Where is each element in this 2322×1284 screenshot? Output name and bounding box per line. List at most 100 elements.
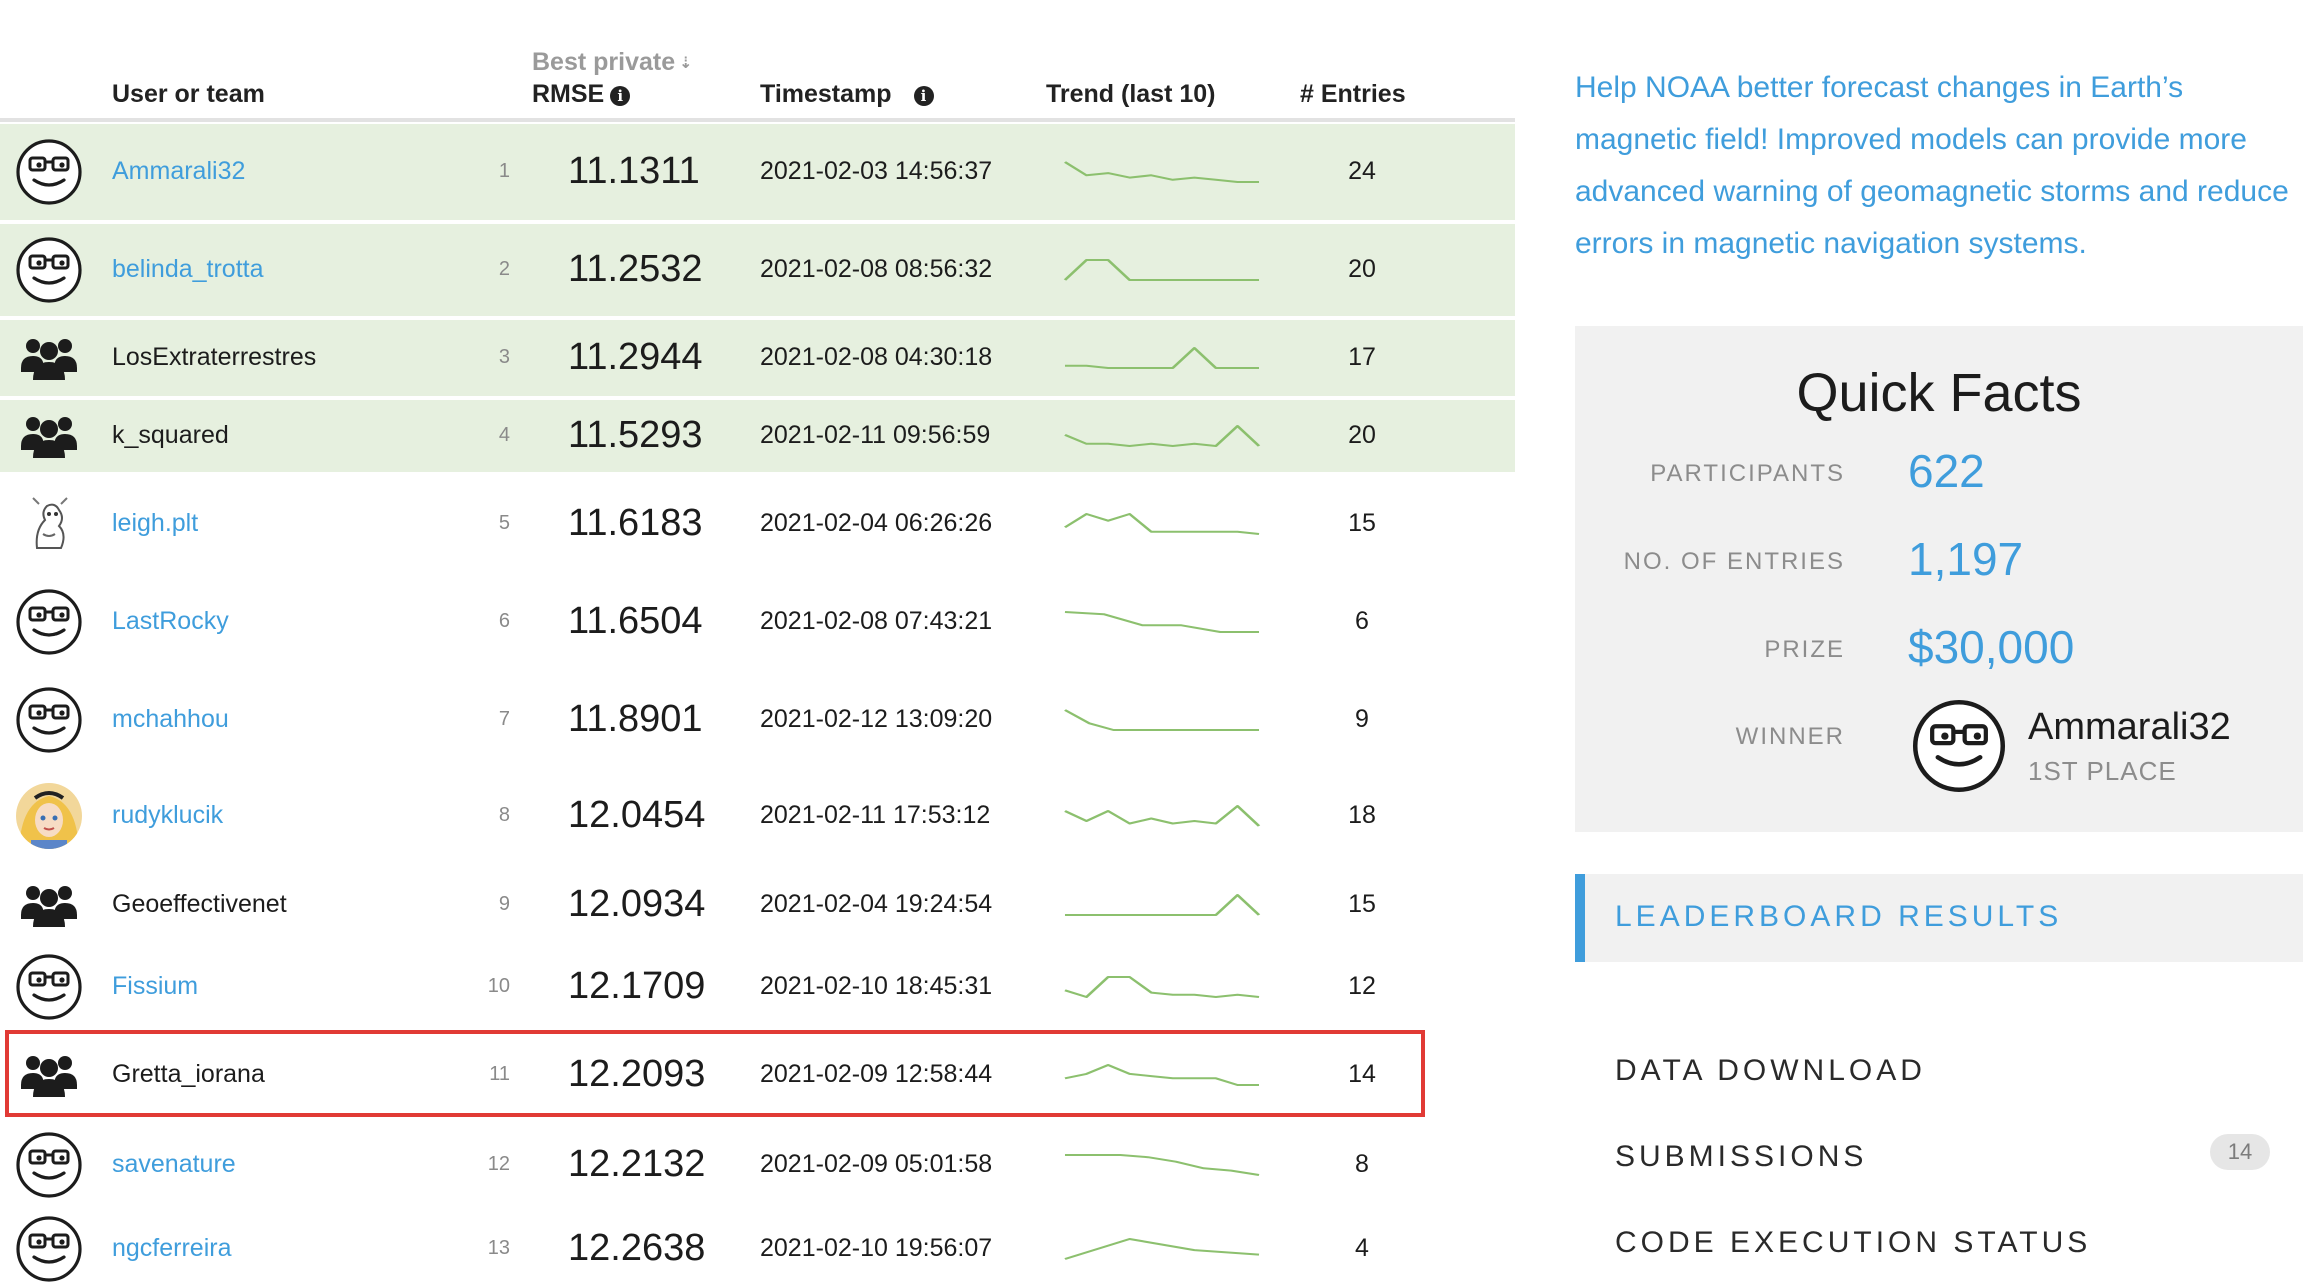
entries-count: 24 [1348,157,1376,185]
user-name[interactable]: mchahhou [112,705,229,734]
entries-count: 9 [1355,705,1369,733]
header-user[interactable]: User or team [112,80,265,109]
trend-sparkline [1063,513,1260,535]
nav-leaderboard-results[interactable]: LEADERBOARD RESULTS [1575,874,2303,962]
winner-name[interactable]: Ammarali32 [2028,706,2231,749]
rank: 10 [487,975,510,997]
trend-line [1064,347,1260,369]
face-icon[interactable] [15,953,83,1021]
leaderboard-table: User or team Best private ⇣ RMSE i Timesta… [0,0,1515,1284]
face-icon[interactable] [15,1215,83,1283]
rmse-score: 12.1709 [568,965,706,1007]
timestamp: 2021-02-10 19:56:07 [760,1234,993,1262]
header-timestamp[interactable]: Timestamp i [760,80,934,109]
timestamp: 2021-02-08 04:30:18 [760,343,993,371]
team-icon [21,886,77,927]
entries-count: 4 [1355,1234,1369,1262]
sort-numeric-icon[interactable]: ⇣ [679,56,692,72]
trend-line [1064,611,1260,633]
face-icon[interactable] [15,686,83,754]
table-row: Ammarali32 1 11.1311 2021-02-03 14:56:37 24 [0,124,1515,220]
nav-leaderboard-label[interactable]: LEADERBOARD RESULTS [1615,900,2062,934]
trend-sparkline [1064,611,1260,633]
table-row: LastRocky 6 11.6504 2021-02-08 07:43:21 6 [0,574,1515,670]
face-icon[interactable] [15,138,83,206]
quick-facts-panel: Quick Facts PARTICIPANTS 622 NO. OF ENTR… [1575,326,2303,832]
header-timestamp-label[interactable]: Timestamp [760,80,892,108]
team-icon [21,417,77,458]
timestamp: 2021-02-08 07:43:21 [760,607,993,635]
rank: 4 [498,424,510,446]
highlighted-row-marker [5,1030,1425,1117]
user-name: LosExtraterrestres [112,343,317,371]
winner-label: WINNER [1735,723,1845,750]
trend-line [1063,161,1260,183]
nav-data-download[interactable]: DATA DOWNLOAD [1615,1054,1926,1088]
trend-sparkline [1064,1154,1260,1176]
nav-code-execution-status[interactable]: CODE EXECUTION STATUS [1615,1226,2091,1260]
competition-description[interactable]: Help NOAA better forecast changes in Ear… [1575,62,2295,270]
rank: 7 [498,708,510,730]
header-best-private-label[interactable]: Best private [532,48,675,76]
info-icon[interactable]: i [610,86,631,106]
timestamp: 2021-02-04 06:26:26 [760,509,993,537]
timestamp: 2021-02-09 05:01:58 [760,1150,993,1178]
rmse-score: 11.6504 [568,600,703,642]
rmse-score: 12.2638 [568,1227,706,1269]
face-icon[interactable] [15,236,83,304]
header-best-private[interactable]: Best private ⇣ [532,48,693,77]
trend-sparkline [1064,425,1261,447]
timestamp: 2021-02-12 13:09:20 [760,705,993,733]
rmse-score: 12.0454 [568,794,706,836]
photo-avatar-icon[interactable] [15,782,83,850]
nav-submissions[interactable]: SUBMISSIONS [1615,1140,1867,1174]
entries-count: 17 [1348,343,1376,371]
rmse-score: 11.1311 [568,150,700,192]
trend-line [1063,259,1260,281]
trend-sparkline [1064,1238,1260,1260]
user-name[interactable]: leigh.plt [112,509,198,538]
table-row: mchahhou 7 11.8901 2021-02-12 13:09:20 9 [0,672,1515,768]
trend-line [1064,894,1261,916]
trend-sparkline [1064,805,1261,827]
quick-facts-title: Quick Facts [1796,363,2082,423]
table-row: savenature 12 12.2132 2021-02-09 05:01:58 8 [0,1118,1515,1212]
rank: 3 [498,346,510,368]
user-name: k_squared [112,421,229,449]
face-icon[interactable] [15,1131,83,1199]
header-rmse[interactable]: RMSE i [532,80,631,109]
sketch-avatar-icon[interactable] [15,490,83,558]
winner-avatar-icon[interactable] [1911,698,2007,794]
timestamp: 2021-02-10 18:45:31 [760,972,993,1000]
trend-line [1064,805,1261,827]
rmse-score: 11.2532 [568,248,703,290]
user-name[interactable]: LastRocky [112,607,229,636]
info-icon[interactable]: i [913,86,934,106]
user-name[interactable]: rudyklucik [112,801,223,830]
header-entries[interactable]: # Entries [1300,80,1406,109]
user-name[interactable]: ngcferreira [112,1234,232,1263]
table-row: ngcferreira 13 12.2638 2021-02-10 19:56:07 4 [0,1214,1515,1284]
user-name: Geoeffectivenet [112,890,287,918]
table-row: Fissium 10 12.1709 2021-02-10 18:45:31 12 [0,944,1515,1030]
header-trend: Trend (last 10) [1046,80,1216,108]
user-name[interactable]: belinda_trotta [112,255,264,284]
table-row: k_squared 4 11.5293 2021-02-11 09:56:59 20 [0,400,1515,472]
header-rmse-label[interactable]: RMSE [532,80,604,108]
table-header: User or team Best private ⇣ RMSE i Timesta… [0,0,1515,122]
trend-line [1063,513,1260,535]
rank: 13 [487,1237,510,1259]
entries-count: 15 [1348,509,1376,537]
trend-sparkline [1063,259,1260,281]
user-name[interactable]: Fissium [112,972,198,1001]
face-icon[interactable] [15,588,83,656]
entries-count: 15 [1348,890,1376,918]
rmse-score: 11.6183 [568,502,703,544]
user-name[interactable]: Ammarali32 [112,157,245,186]
rmse-score: 12.0934 [568,883,706,925]
table-row: rudyklucik 8 12.0454 2021-02-11 17:53:12 18 [0,768,1515,864]
timestamp: 2021-02-08 08:56:32 [760,255,993,283]
user-name[interactable]: savenature [112,1150,236,1179]
rank: 2 [498,258,510,280]
rank: 9 [498,893,510,915]
